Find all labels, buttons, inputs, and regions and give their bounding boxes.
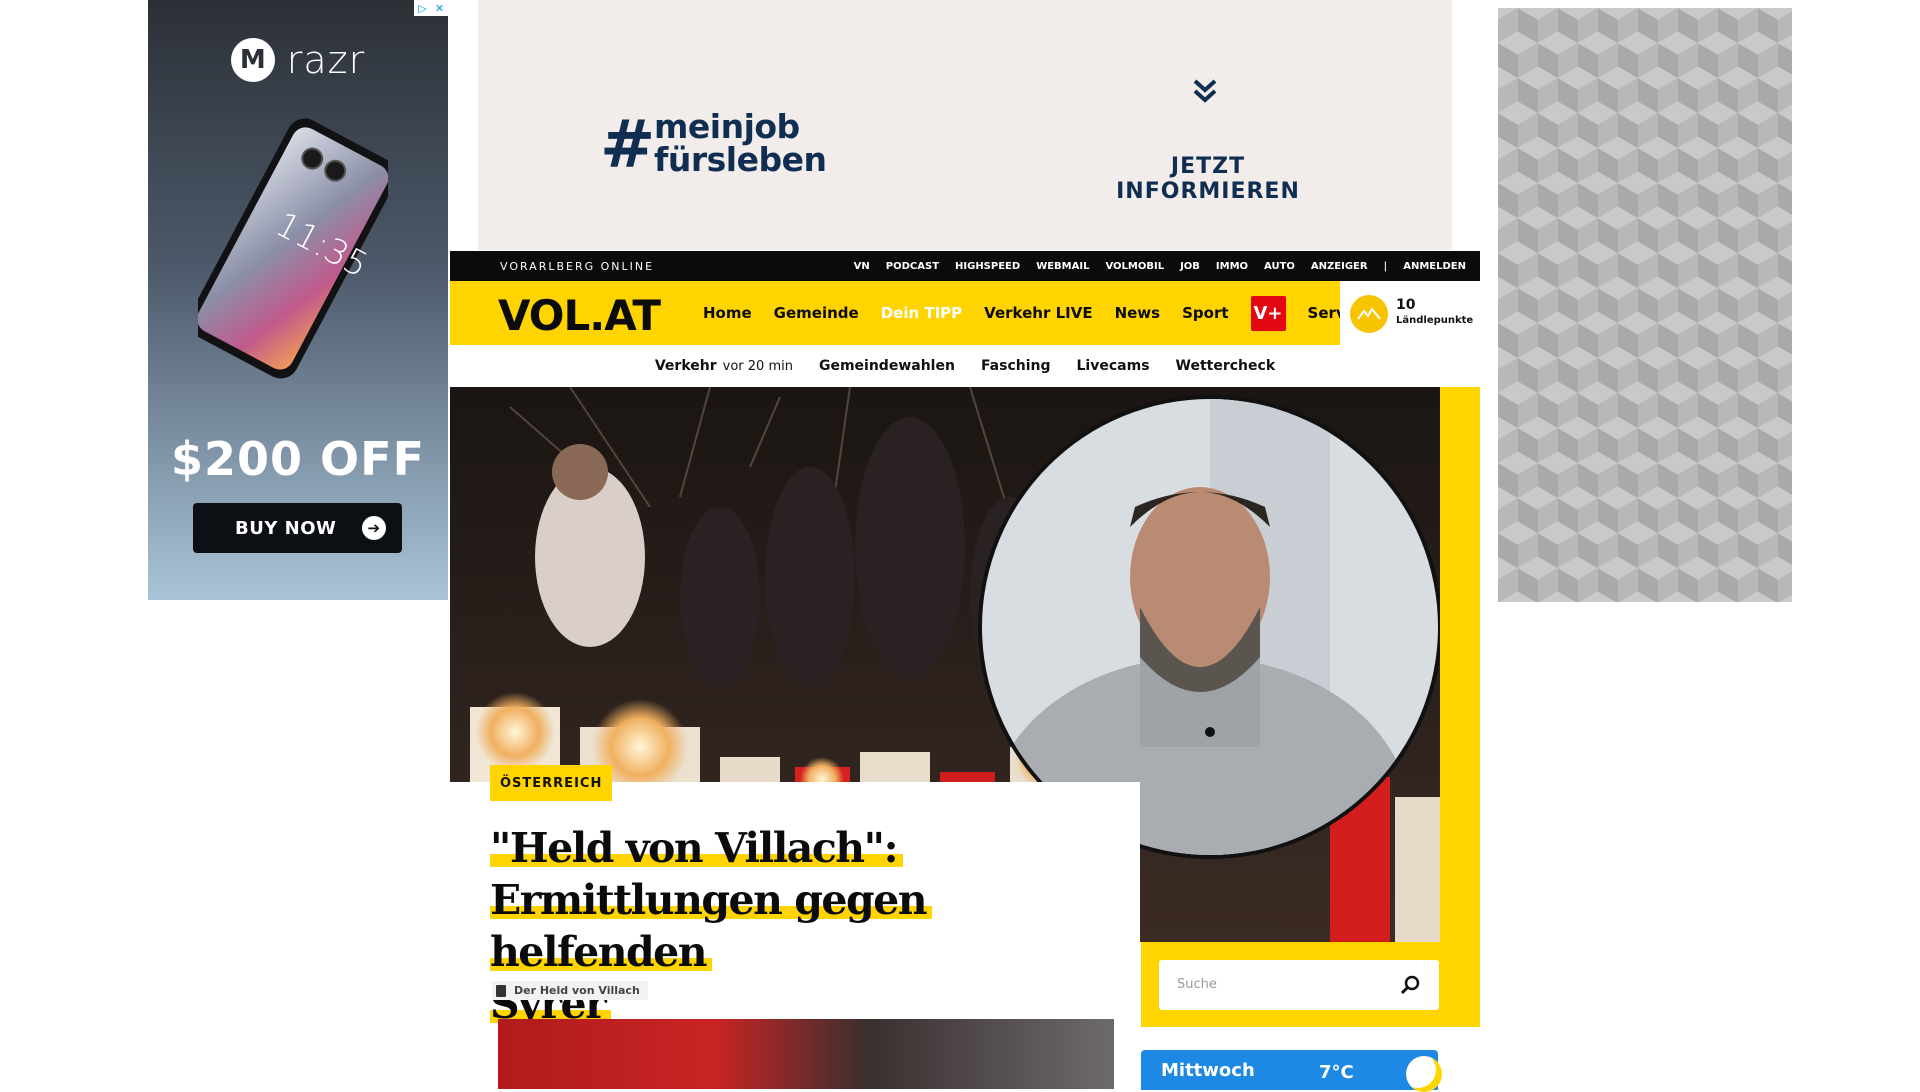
sun-cloud-icon xyxy=(1406,1056,1442,1092)
ad-offer: $200 OFF xyxy=(171,432,425,486)
article-card[interactable]: ÖSTERREICH "Held von Villach": Ermittlun… xyxy=(450,765,1140,1089)
ad-top-banner[interactable]: # meinjob fürsleben JETZT INFORMIEREN xyxy=(478,0,1452,250)
topbar-link-vn[interactable]: VN xyxy=(854,261,870,272)
topbar-links: VN PODCAST HIGHSPEED WEBMAIL VOLMOBIL JO… xyxy=(854,251,1466,281)
topbar-link-job[interactable]: JOB xyxy=(1180,261,1200,272)
topbar-link-volmobil[interactable]: VOLMOBIL xyxy=(1105,261,1164,272)
ad-right-pattern[interactable] xyxy=(1498,8,1792,602)
hero-sidebar-accent xyxy=(1440,387,1480,1027)
article-tag-label: Der Held von Villach xyxy=(514,984,640,997)
nav-item-dein-tipp[interactable]: Dein TIPP xyxy=(881,304,962,322)
login-link[interactable]: ANMELDEN xyxy=(1403,261,1466,272)
arrow-right-icon: ➔ xyxy=(362,516,386,540)
subnav-traffic[interactable]: Verkehr vor 20 min xyxy=(655,358,793,374)
weather-widget[interactable]: Mittwoch 7°C xyxy=(1141,1050,1442,1092)
motorola-logo-icon: M xyxy=(230,38,275,82)
site-name: VORARLBERG ONLINE xyxy=(500,260,655,273)
subnav-item-wettercheck[interactable]: Wettercheck xyxy=(1176,358,1276,374)
phone-image: 11:35 xyxy=(198,118,388,379)
hashtag-line1: meinjob xyxy=(654,107,800,146)
site-logo[interactable]: VOL.AT xyxy=(498,291,661,340)
subnav-item-fasching[interactable]: Fasching xyxy=(981,358,1051,374)
ad-left-razr[interactable]: ▷ ✕ M razr 11:35 $200 OFF BUY NOW ➔ xyxy=(148,0,448,600)
adchoices[interactable]: ▷ ✕ xyxy=(414,0,448,16)
points-label: Ländlepunkte xyxy=(1396,315,1474,326)
search-placeholder: Suche xyxy=(1177,977,1217,992)
search-input[interactable]: Suche xyxy=(1159,960,1439,1010)
ad-cta-link[interactable]: JETZT INFORMIEREN xyxy=(1083,154,1333,204)
adchoices-icon[interactable]: ▷ xyxy=(414,0,431,16)
topbar-separator: | xyxy=(1383,260,1388,272)
topbar-link-highspeed[interactable]: HIGHSPEED xyxy=(955,261,1020,272)
document-icon xyxy=(496,984,506,997)
weather-day: Mittwoch xyxy=(1161,1060,1255,1081)
ad-brand-name: razr xyxy=(286,38,366,82)
subnav-item-livecams[interactable]: Livecams xyxy=(1077,358,1150,374)
ad-brand: M razr xyxy=(148,38,448,82)
buy-now-label: BUY NOW xyxy=(235,517,337,539)
hashtag-line2: fürsleben xyxy=(654,140,827,179)
subnav-item-gemeindewahlen[interactable]: Gemeindewahlen xyxy=(819,358,955,374)
article-thumbnail[interactable] xyxy=(498,1019,1114,1089)
sub-navbar: Verkehr vor 20 min Gemeindewahlen Faschin… xyxy=(450,345,1480,387)
topbar-link-webmail[interactable]: WEBMAIL xyxy=(1036,261,1089,272)
headline-line1: "Held von Villach": xyxy=(490,824,904,872)
nav-item-sport[interactable]: Sport xyxy=(1182,304,1228,322)
topbar-link-anzeiger[interactable]: ANZEIGER xyxy=(1311,261,1368,272)
article-kicker[interactable]: ÖSTERREICH xyxy=(490,765,613,801)
subnav-traffic-label: Verkehr xyxy=(654,358,717,374)
nav-item-news[interactable]: News xyxy=(1115,304,1161,322)
main-menu: Home Gemeinde Dein TIPP Verkehr LIVE New… xyxy=(703,281,1370,345)
search-icon[interactable] xyxy=(1399,974,1421,996)
points-value: 10 xyxy=(1396,297,1416,313)
headline-line2: Ermittlungen gegen helfenden xyxy=(490,876,933,976)
site-topbar: VORARLBERG ONLINE VN PODCAST HIGHSPEED W… xyxy=(450,251,1480,281)
article-tag[interactable]: Der Held von Villach xyxy=(492,981,648,1000)
laendlepunkte-widget[interactable]: 10 Ländlepunkte xyxy=(1340,281,1480,345)
double-chevron-down-icon xyxy=(1193,79,1217,103)
ad-hashtag: # meinjob fürsleben xyxy=(600,106,827,183)
nav-item-verkehr-live[interactable]: Verkehr LIVE xyxy=(984,304,1092,322)
topbar-link-podcast[interactable]: PODCAST xyxy=(886,261,939,272)
nav-item-home[interactable]: Home xyxy=(703,304,752,322)
buy-now-button[interactable]: BUY NOW ➔ xyxy=(193,503,402,553)
nav-item-gemeinde[interactable]: Gemeinde xyxy=(774,304,859,322)
main-navbar: VOL.AT Home Gemeinde Dein TIPP Verkehr L… xyxy=(450,281,1480,345)
topbar-link-auto[interactable]: AUTO xyxy=(1264,261,1295,272)
topbar-link-immo[interactable]: IMMO xyxy=(1216,261,1248,272)
close-ad-icon[interactable]: ✕ xyxy=(431,0,448,16)
vplus-button[interactable]: V+ xyxy=(1250,295,1286,331)
hashtag-symbol: # xyxy=(600,106,656,183)
mountain-badge-icon xyxy=(1350,295,1388,333)
subnav-traffic-time: vor 20 min xyxy=(722,359,793,374)
